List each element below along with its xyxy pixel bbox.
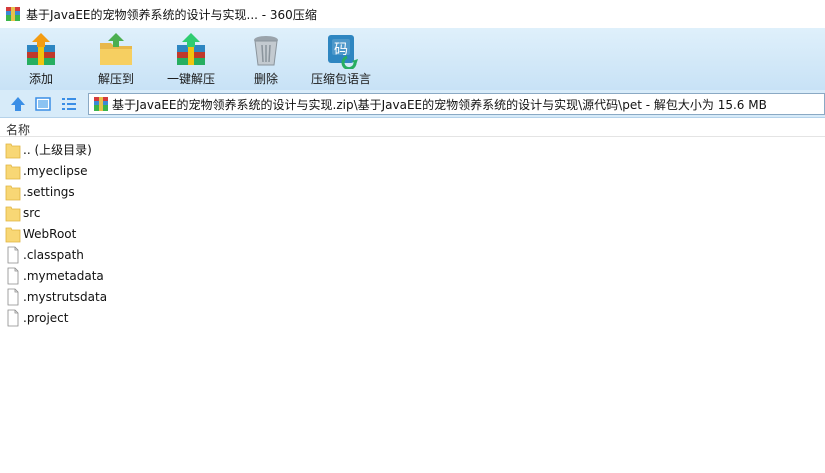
thumbnail-view-icon[interactable] (34, 95, 52, 113)
list-item[interactable]: .mymetadata (0, 265, 825, 286)
file-list: .. (上级目录) .myeclipse .settings src WebRo… (0, 139, 825, 328)
extract-to-button[interactable]: 解压到 (81, 28, 151, 90)
list-item-label: .project (23, 310, 69, 325)
archive-language-button-label: 压缩包语言 (310, 72, 371, 86)
list-item[interactable]: src (0, 202, 825, 223)
list-view-icon[interactable] (60, 95, 78, 113)
extract-to-icon (100, 33, 132, 65)
one-click-extract-icon (177, 33, 205, 65)
window-title: 基于JavaEE的宠物领养系统的设计与实现... - 360压缩 (26, 7, 317, 22)
list-item[interactable]: .classpath (0, 244, 825, 265)
file-icon (7, 288, 19, 305)
folder-icon (5, 227, 21, 242)
extract-to-button-label: 解压到 (97, 72, 134, 86)
add-archive-icon (27, 33, 55, 65)
list-item[interactable]: .mystrutsdata (0, 286, 825, 307)
list-item-label: WebRoot (23, 226, 77, 241)
folder-icon (5, 206, 21, 221)
list-item[interactable]: .myeclipse (0, 160, 825, 181)
list-item-label: .classpath (23, 247, 84, 262)
list-item-label: src (23, 205, 41, 220)
add-button-label: 添加 (28, 72, 53, 86)
list-header: 名称 (0, 119, 825, 137)
folder-icon (5, 164, 21, 179)
delete-button-label: 删除 (253, 72, 278, 86)
list-item-label: .mymetadata (23, 268, 104, 283)
list-item-label: .mystrutsdata (23, 289, 108, 304)
list-item[interactable]: .project (0, 307, 825, 328)
add-button[interactable]: 添加 (6, 28, 76, 90)
folder-icon (5, 185, 21, 200)
list-item-label: .myeclipse (23, 163, 88, 178)
list-item[interactable]: .settings (0, 181, 825, 202)
file-icon (7, 309, 19, 326)
language-glyph: 码 (334, 42, 348, 58)
trash-can-icon (254, 36, 278, 66)
title-bar: 基于JavaEE的宠物领养系统的设计与实现... - 360压缩 (0, 0, 825, 28)
list-item[interactable]: WebRoot (0, 223, 825, 244)
file-icon (7, 267, 19, 284)
navigation-bar: 基于JavaEE的宠物领养系统的设计与实现.zip\基于JavaEE的宠物领养系… (0, 90, 825, 118)
one-click-extract-button[interactable]: 一键解压 (156, 28, 226, 90)
archive-path-icon (94, 97, 108, 111)
list-item-parent-directory[interactable]: .. (上级目录) (0, 139, 825, 160)
list-item-label: .. (上级目录) (23, 143, 92, 157)
folder-icon (5, 143, 21, 158)
up-arrow-icon[interactable] (9, 95, 27, 113)
app-archive-icon (6, 7, 20, 21)
archive-language-button[interactable]: 码 压缩包语言 (306, 28, 376, 90)
file-icon (7, 246, 19, 263)
path-address-bar[interactable]: 基于JavaEE的宠物领养系统的设计与实现.zip\基于JavaEE的宠物领养系… (88, 93, 825, 115)
path-text: 基于JavaEE的宠物领养系统的设计与实现.zip\基于JavaEE的宠物领养系… (112, 97, 767, 112)
toolbar: 添加 解压到 一键解压 删除 码 压缩包语言 (0, 28, 825, 90)
list-item-label: .settings (23, 184, 75, 199)
one-click-extract-button-label: 一键解压 (166, 72, 215, 86)
column-header-name[interactable]: 名称 (6, 121, 30, 138)
delete-button[interactable]: 删除 (231, 28, 301, 90)
archive-language-icon: 码 (328, 35, 358, 69)
